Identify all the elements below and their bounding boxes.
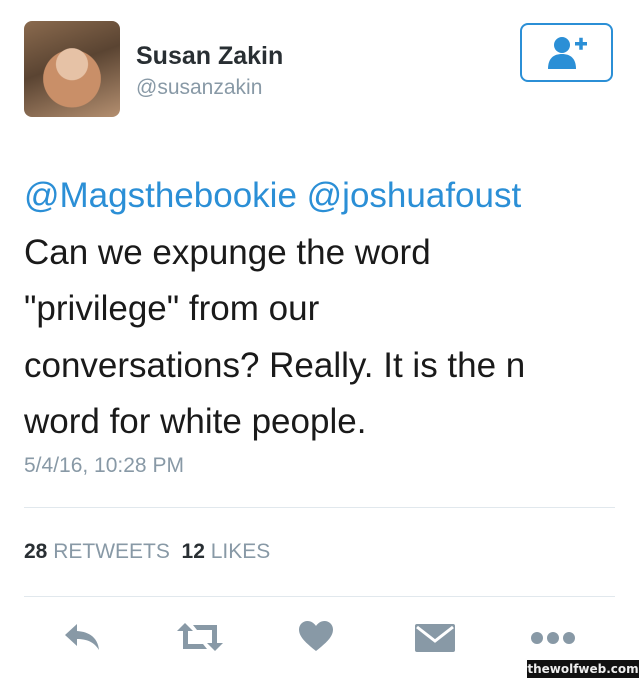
divider	[24, 596, 615, 597]
envelope-icon[interactable]	[414, 623, 456, 653]
mention-link[interactable]: @joshuafoust	[307, 176, 522, 215]
mention-link[interactable]: @Magsthebookie	[24, 176, 297, 215]
divider	[24, 507, 615, 508]
more-icon[interactable]	[530, 630, 576, 646]
retweets-count: 28	[24, 540, 48, 563]
retweets-stat[interactable]: 28 RETWEETS	[24, 540, 170, 563]
likes-stat[interactable]: 12 LIKES	[182, 540, 271, 563]
watermark: thewolfweb.com	[527, 660, 639, 678]
user-name[interactable]: Susan Zakin	[136, 42, 283, 71]
reply-icon[interactable]	[63, 622, 103, 652]
user-handle[interactable]: @susanzakin	[136, 76, 262, 100]
tweet-body: Can we expunge the word "privilege" from…	[24, 232, 526, 442]
heart-icon[interactable]	[298, 620, 334, 652]
likes-label: LIKES	[210, 540, 271, 563]
likes-count: 12	[181, 540, 205, 563]
engagement-stats: 28 RETWEETS 12 LIKES	[24, 540, 270, 564]
retweets-label: RETWEETS	[53, 540, 170, 563]
tweet-text: @Magsthebookie @joshuafoust Can we expun…	[24, 168, 614, 451]
follow-user-icon	[547, 36, 587, 69]
retweet-icon[interactable]	[175, 622, 225, 652]
follow-button[interactable]	[520, 23, 613, 82]
avatar[interactable]	[24, 21, 120, 117]
timestamp[interactable]: 5/4/16, 10:28 PM	[24, 454, 184, 478]
